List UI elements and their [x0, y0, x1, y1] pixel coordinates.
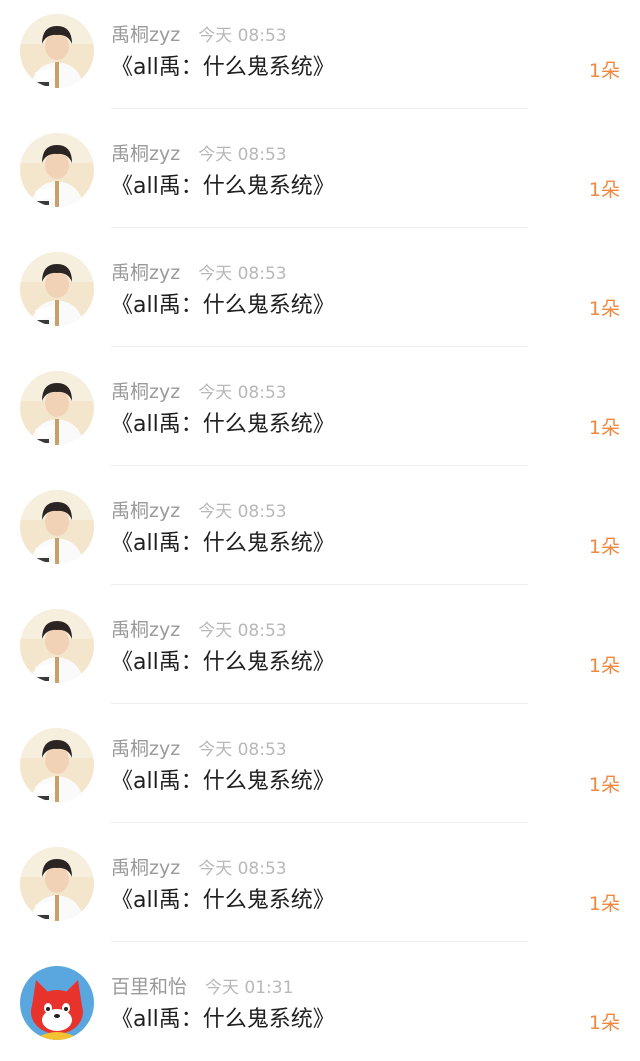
row-divider	[111, 346, 528, 347]
message-meta: 禹桐zyz 今天 08:53	[111, 498, 287, 524]
red-fox-cartoon-avatar-icon	[20, 966, 94, 1040]
row-divider	[111, 941, 528, 942]
message-meta: 禹桐zyz 今天 08:53	[111, 379, 287, 405]
message-text: 《all禹：什么鬼系统》	[111, 531, 335, 556]
flower-count: 1朵	[588, 179, 620, 201]
user-avatar[interactable]	[20, 728, 94, 802]
list-item[interactable]: 禹桐zyz 今天 08:53 《all禹：什么鬼系统》 1朵	[0, 595, 640, 714]
timestamp: 今天 08:53	[198, 859, 287, 879]
message-text: 《all禹：什么鬼系统》	[111, 293, 335, 318]
list-item[interactable]: 禹桐zyz 今天 08:53 《all禹：什么鬼系统》 1朵	[0, 357, 640, 476]
user-avatar[interactable]	[20, 609, 94, 683]
sender-name[interactable]: 禹桐zyz	[111, 619, 180, 641]
flower-count: 1朵	[588, 298, 620, 320]
list-item[interactable]: 禹桐zyz 今天 08:53 《all禹：什么鬼系统》 1朵	[0, 0, 640, 119]
flower-count: 1朵	[588, 893, 620, 915]
message-text: 《all禹：什么鬼系统》	[111, 769, 335, 794]
boy-photo-avatar-icon	[20, 14, 94, 88]
user-avatar[interactable]	[20, 371, 94, 445]
boy-photo-avatar-icon	[20, 490, 94, 564]
timestamp: 今天 01:31	[205, 978, 294, 998]
timestamp: 今天 08:53	[198, 740, 287, 760]
list-item[interactable]: 百里和怡 今天 01:31 《all禹：什么鬼系统》 1朵	[0, 952, 640, 1061]
boy-photo-avatar-icon	[20, 133, 94, 207]
row-divider	[111, 465, 528, 466]
message-meta: 禹桐zyz 今天 08:53	[111, 260, 287, 286]
flower-count: 1朵	[588, 60, 620, 82]
message-meta: 百里和怡 今天 01:31	[111, 974, 293, 1000]
flower-count: 1朵	[588, 655, 620, 677]
list-item[interactable]: 禹桐zyz 今天 08:53 《all禹：什么鬼系统》 1朵	[0, 833, 640, 952]
timestamp: 今天 08:53	[198, 502, 287, 522]
sender-name[interactable]: 禹桐zyz	[111, 262, 180, 284]
boy-photo-avatar-icon	[20, 728, 94, 802]
user-avatar[interactable]	[20, 490, 94, 564]
message-meta: 禹桐zyz 今天 08:53	[111, 141, 287, 167]
sender-name[interactable]: 禹桐zyz	[111, 857, 180, 879]
message-text: 《all禹：什么鬼系统》	[111, 650, 335, 675]
user-avatar[interactable]	[20, 847, 94, 921]
sender-name[interactable]: 百里和怡	[111, 976, 187, 998]
timestamp: 今天 08:53	[198, 621, 287, 641]
list-item[interactable]: 禹桐zyz 今天 08:53 《all禹：什么鬼系统》 1朵	[0, 238, 640, 357]
sender-name[interactable]: 禹桐zyz	[111, 500, 180, 522]
flower-count: 1朵	[588, 536, 620, 558]
message-meta: 禹桐zyz 今天 08:53	[111, 855, 287, 881]
message-text: 《all禹：什么鬼系统》	[111, 412, 335, 437]
row-divider	[111, 703, 528, 704]
flower-count: 1朵	[588, 1012, 620, 1034]
row-divider	[111, 584, 528, 585]
timestamp: 今天 08:53	[198, 145, 287, 165]
sender-name[interactable]: 禹桐zyz	[111, 143, 180, 165]
boy-photo-avatar-icon	[20, 609, 94, 683]
sender-name[interactable]: 禹桐zyz	[111, 24, 180, 46]
message-text: 《all禹：什么鬼系统》	[111, 174, 335, 199]
timestamp: 今天 08:53	[198, 26, 287, 46]
message-text: 《all禹：什么鬼系统》	[111, 1007, 335, 1032]
message-meta: 禹桐zyz 今天 08:53	[111, 617, 287, 643]
boy-photo-avatar-icon	[20, 847, 94, 921]
list-item[interactable]: 禹桐zyz 今天 08:53 《all禹：什么鬼系统》 1朵	[0, 119, 640, 238]
user-avatar[interactable]	[20, 14, 94, 88]
boy-photo-avatar-icon	[20, 371, 94, 445]
list-item[interactable]: 禹桐zyz 今天 08:53 《all禹：什么鬼系统》 1朵	[0, 476, 640, 595]
message-text: 《all禹：什么鬼系统》	[111, 888, 335, 913]
sender-name[interactable]: 禹桐zyz	[111, 381, 180, 403]
user-avatar[interactable]	[20, 133, 94, 207]
row-divider	[111, 108, 528, 109]
user-avatar[interactable]	[20, 966, 94, 1040]
row-divider	[111, 822, 528, 823]
row-divider	[111, 227, 528, 228]
user-avatar[interactable]	[20, 252, 94, 326]
flower-count: 1朵	[588, 417, 620, 439]
gift-message-list: 禹桐zyz 今天 08:53 《all禹：什么鬼系统》 1朵 禹桐zyz 今天 08…	[0, 0, 640, 1061]
message-meta: 禹桐zyz 今天 08:53	[111, 736, 287, 762]
list-item[interactable]: 禹桐zyz 今天 08:53 《all禹：什么鬼系统》 1朵	[0, 714, 640, 833]
message-meta: 禹桐zyz 今天 08:53	[111, 22, 287, 48]
sender-name[interactable]: 禹桐zyz	[111, 738, 180, 760]
timestamp: 今天 08:53	[198, 383, 287, 403]
message-text: 《all禹：什么鬼系统》	[111, 55, 335, 80]
flower-count: 1朵	[588, 774, 620, 796]
timestamp: 今天 08:53	[198, 264, 287, 284]
boy-photo-avatar-icon	[20, 252, 94, 326]
